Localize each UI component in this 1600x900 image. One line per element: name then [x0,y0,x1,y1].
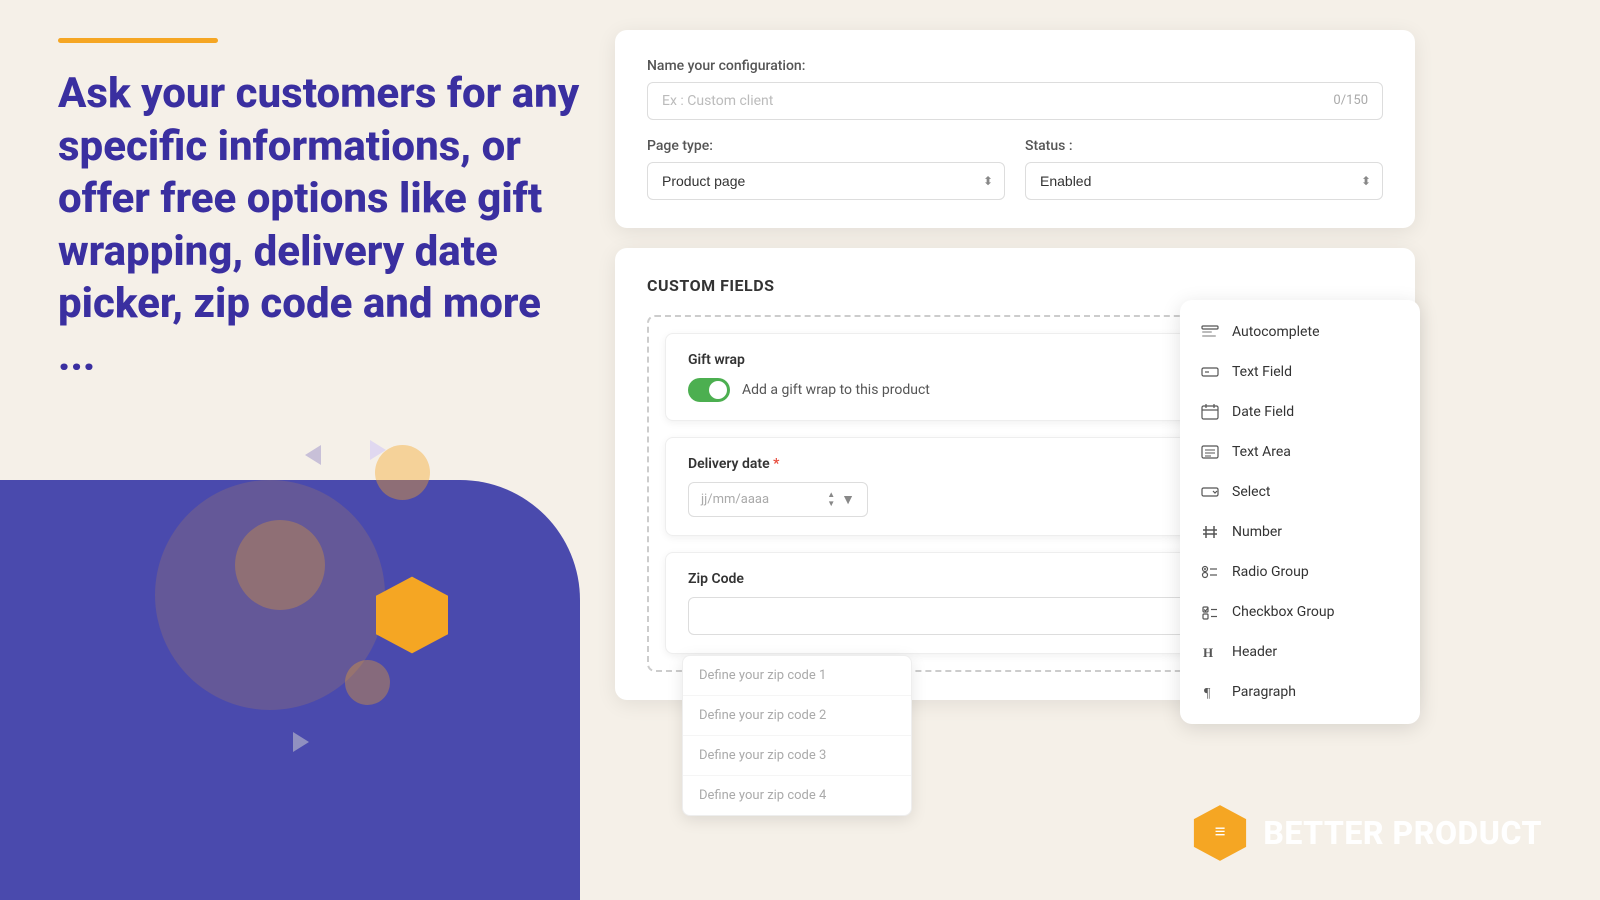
name-config-placeholder: Ex : Custom client [662,93,773,109]
date-stepper-icon: ▲ ▼ [827,491,835,508]
field-type-text-field-icon[interactable]: Text Field [1180,352,1420,392]
autocomplete-icon [1200,322,1220,342]
field-type-label-0: Autocomplete [1232,324,1320,340]
suggestion-item-1[interactable]: Define your zip code 1 [683,656,911,696]
name-config-label: Name your configuration: [647,58,1383,74]
arrow-left-icon [305,445,321,465]
svg-text:H: H [1203,645,1213,660]
field-type-label-1: Text Field [1232,364,1292,380]
number-icon [1200,522,1220,542]
field-type-radio-group-icon[interactable]: Radio Group [1180,552,1420,592]
text-area-icon [1200,442,1220,462]
field-type-select-icon[interactable]: Select [1180,472,1420,512]
field-type-label-8: Header [1232,644,1277,660]
name-config-input-wrapper[interactable]: Ex : Custom client 0/150 [647,82,1383,120]
header-icon: H [1200,642,1220,662]
select-icon [1200,482,1220,502]
logo-hexagon: ≡ [1191,804,1249,862]
delivery-date-placeholder: jj/mm/aaaa [701,492,821,507]
field-type-label-3: Text Area [1232,444,1291,460]
gift-wrap-toggle[interactable] [688,378,730,402]
svg-text:¶: ¶ [1204,686,1211,701]
field-type-header-icon[interactable]: H Header [1180,632,1420,672]
status-select[interactable]: Enabled [1025,162,1383,200]
suggestion-item-3[interactable]: Define your zip code 3 [683,736,911,776]
field-type-date-field-icon[interactable]: Date Field [1180,392,1420,432]
custom-fields-title: CUSTOM FIELDS [647,276,1383,295]
page-type-field: Page type: Product page ⬍ [647,138,1005,200]
gift-wrap-toggle-text: Add a gift wrap to this product [742,382,930,398]
page-type-label: Page type: [647,138,1005,154]
status-select-wrapper: Enabled ⬍ [1025,162,1383,200]
zip-code-suggestions: Define your zip code 1 Define your zip c… [682,655,912,816]
orange-accent-line [58,38,218,43]
paragraph-icon: ¶ [1200,682,1220,702]
deco-circle-medium [235,520,325,610]
logo-text: BETTER PRODUCT [1263,814,1542,852]
status-field: Status : Enabled ⬍ [1025,138,1383,200]
delivery-date-input[interactable]: jj/mm/aaaa ▲ ▼ ▼ [688,482,868,517]
logo-area: ≡ BETTER PRODUCT [1191,804,1542,862]
page-status-row: Page type: Product page ⬍ Status : Enabl… [647,138,1383,200]
arrow-right-bottom-icon [293,732,309,752]
field-type-checkbox-group-icon[interactable]: Checkbox Group [1180,592,1420,632]
hero-title: Ask your customers for any specific info… [58,68,588,383]
field-types-panel: Autocomplete Text Field Date Field Text … [1180,300,1420,724]
page-type-select-wrapper: Product page ⬍ [647,162,1005,200]
checkbox-group-icon [1200,602,1220,622]
field-type-label-7: Checkbox Group [1232,604,1335,620]
field-type-paragraph-icon[interactable]: ¶ Paragraph [1180,672,1420,712]
delivery-date-required: * [773,456,779,472]
field-type-number-icon[interactable]: Number [1180,512,1420,552]
field-type-label-2: Date Field [1232,404,1294,420]
config-card: Name your configuration: Ex : Custom cli… [615,30,1415,228]
arrow-right-top-icon [370,440,386,460]
field-type-text-area-icon[interactable]: Text Area [1180,432,1420,472]
text-field-icon [1200,362,1220,382]
char-count: 0/150 [1333,93,1368,109]
suggestion-item-2[interactable]: Define your zip code 2 [683,696,911,736]
suggestion-item-4[interactable]: Define your zip code 4 [683,776,911,815]
date-field-icon [1200,402,1220,422]
field-type-label-5: Number [1232,524,1282,540]
field-type-label-9: Paragraph [1232,684,1296,700]
field-type-label-4: Select [1232,484,1270,500]
field-type-autocomplete-icon[interactable]: Autocomplete [1180,312,1420,352]
deco-hexagon [372,575,452,655]
hero-section: Ask your customers for any specific info… [58,68,588,383]
svg-text:≡: ≡ [1215,821,1226,843]
radio-group-icon [1200,562,1220,582]
status-label: Status : [1025,138,1383,154]
page-type-select[interactable]: Product page [647,162,1005,200]
calendar-icon: ▼ [841,491,855,508]
field-type-label-6: Radio Group [1232,564,1309,580]
deco-circle-small-bottom [345,660,390,705]
